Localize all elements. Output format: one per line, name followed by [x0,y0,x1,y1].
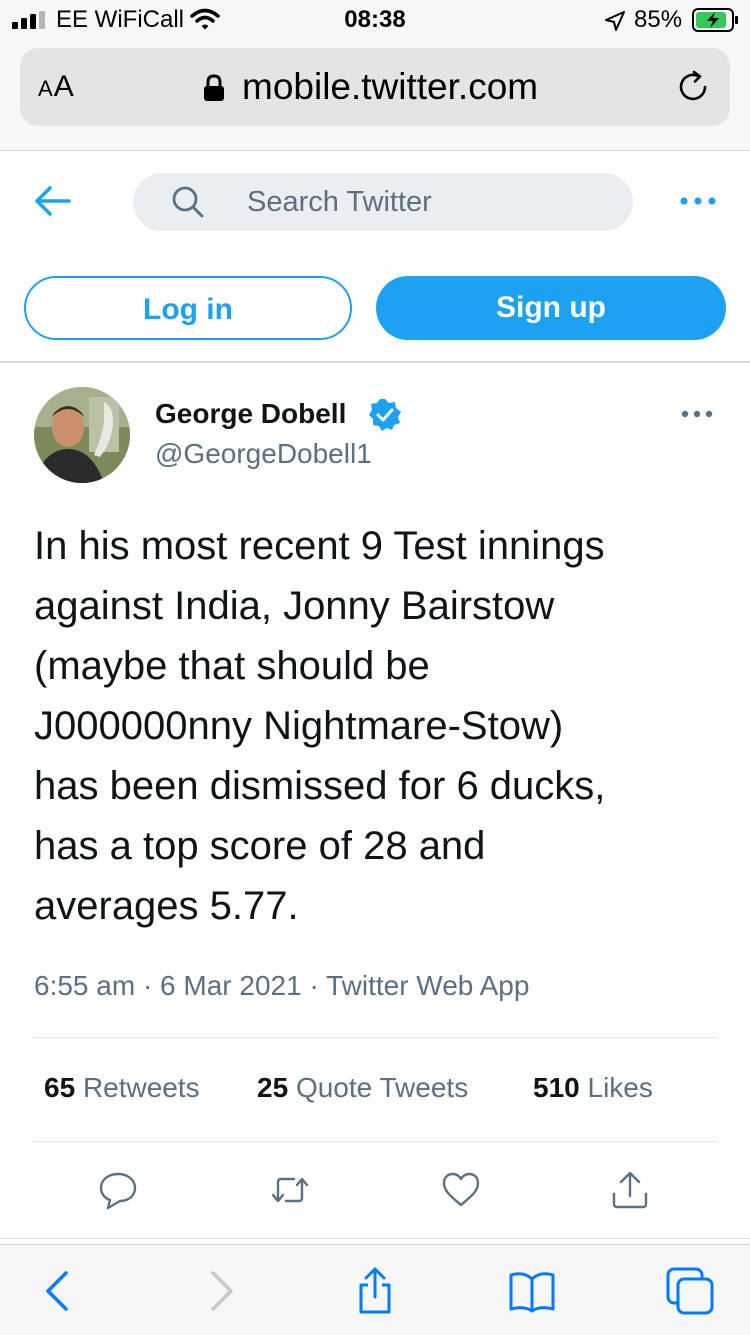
retweet-icon[interactable] [270,1170,310,1210]
browser-toolbar [0,1244,750,1335]
back-arrow-icon[interactable] [34,184,72,218]
signup-button[interactable]: Sign up [376,276,726,340]
search-placeholder: Search Twitter [247,186,432,218]
verified-badge-icon [369,399,401,431]
signal-icon [12,11,45,29]
more-icon[interactable] [676,190,720,212]
like-icon[interactable] [441,1170,481,1210]
battery-percent: 85% [634,6,683,33]
battery-icon [692,8,738,32]
tweet-text: In his most recent 9 Test innings agains… [34,524,606,928]
author-handle[interactable]: @GeorgeDobell1 [155,438,372,470]
back-icon[interactable] [35,1267,83,1315]
wifi-icon [190,8,220,30]
carrier-name: EE WiFiCall [56,6,185,33]
url-text[interactable]: mobile.twitter.com [242,66,538,108]
retweets-stat[interactable]: 65 Retweets [44,1072,200,1104]
reply-icon[interactable] [98,1170,138,1210]
reload-icon[interactable] [674,68,712,106]
forward-icon[interactable] [196,1267,244,1315]
tabs-icon[interactable] [666,1267,714,1315]
address-bar[interactable]: AA mobile.twitter.com [20,48,730,126]
bookmarks-icon[interactable] [508,1267,556,1315]
divider [0,361,750,363]
author-name[interactable]: George Dobell [155,398,346,430]
quote-tweets-stat[interactable]: 25 Quote Tweets [257,1072,468,1104]
likes-stat[interactable]: 510 Likes [533,1072,653,1104]
search-icon [172,186,204,218]
more-icon[interactable] [680,405,714,423]
tweet-meta: 6:55 am · 6 Mar 2021 · Twitter Web App [34,970,530,1001]
avatar[interactable] [34,387,130,483]
share-icon[interactable] [351,1267,399,1315]
login-button[interactable]: Log in [24,276,352,340]
lock-icon [204,74,224,101]
divider [34,1141,716,1142]
search-input[interactable]: Search Twitter [133,173,633,231]
status-bar: EE WiFiCall 08:38 85% [0,0,750,40]
location-icon [605,11,625,31]
share-icon[interactable] [610,1170,650,1210]
divider [0,1238,750,1239]
text-size-button[interactable]: AA [38,70,75,104]
divider [34,1037,716,1038]
browser-url-area: AA mobile.twitter.com [0,40,750,151]
